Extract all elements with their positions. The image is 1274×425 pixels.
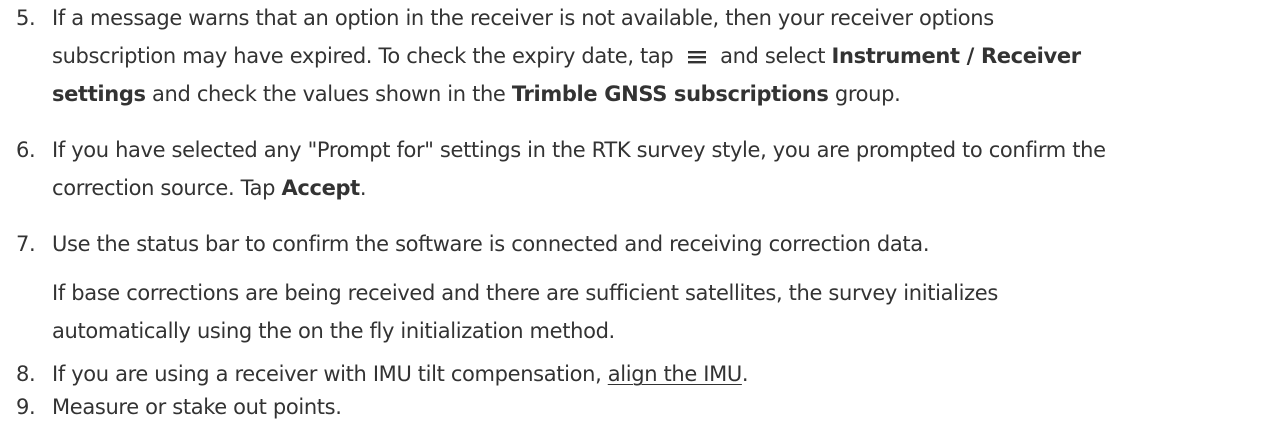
step-6-text: correction source. Tap bbox=[52, 176, 276, 200]
step-6-number: 6. bbox=[16, 138, 36, 162]
trimble-gnss-subscriptions-label: Trimble GNSS subscriptions bbox=[511, 82, 829, 106]
step-6-text-line-2: correction source. Tap Accept. bbox=[52, 173, 367, 203]
step-8-number: 8. bbox=[16, 362, 36, 386]
menu-icon bbox=[684, 45, 710, 65]
step-8-text-end: . bbox=[741, 362, 749, 386]
step-9-text-line-1: Measure or stake out points. bbox=[52, 395, 342, 419]
step-5-text: and select bbox=[720, 44, 826, 68]
step-7-text-line-1: Use the status bar to confirm the softwa… bbox=[52, 232, 930, 256]
step-9-number: 9. bbox=[16, 395, 36, 419]
accept-button-label: Accept bbox=[281, 176, 360, 200]
settings-menu-label: settings bbox=[52, 82, 146, 106]
step-5-text-line-1: If a message warns that an option in the… bbox=[52, 6, 994, 30]
step-6-text-line-1: If you have selected any "Prompt for" se… bbox=[52, 138, 1106, 162]
step-5-text: group. bbox=[834, 82, 901, 106]
step-5-number: 5. bbox=[16, 6, 36, 30]
step-5-text: and check the values shown in the bbox=[152, 82, 506, 106]
step-7-number: 7. bbox=[16, 232, 36, 256]
step-5-text-line-3: settings and check the values shown in t… bbox=[52, 79, 901, 109]
step-8-text-line-1: If you are using a receiver with IMU til… bbox=[52, 359, 749, 389]
step-7-note-line-1: If base corrections are being received a… bbox=[52, 281, 998, 305]
step-7-note-line-2: automatically using the on the fly initi… bbox=[52, 319, 615, 343]
procedure-steps: 5. If a message warns that an option in … bbox=[0, 0, 1274, 425]
align-imu-link[interactable]: align the IMU bbox=[608, 362, 742, 386]
step-6-text-end: . bbox=[359, 176, 367, 200]
step-5-text-line-2: subscription may have expired. To check … bbox=[52, 41, 1081, 71]
instrument-receiver-menu-label: Instrument / Receiver bbox=[831, 44, 1082, 68]
step-5-text: subscription may have expired. To check … bbox=[52, 44, 674, 68]
step-8-text: If you are using a receiver with IMU til… bbox=[52, 362, 602, 386]
